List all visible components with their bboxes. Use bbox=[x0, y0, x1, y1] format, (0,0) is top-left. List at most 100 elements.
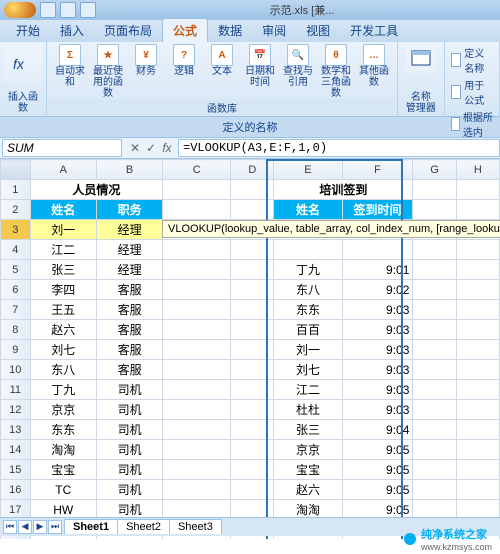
col-header-D[interactable]: D bbox=[231, 160, 274, 180]
cell-E14[interactable]: 京京 bbox=[274, 440, 342, 460]
cell-G8[interactable] bbox=[413, 320, 456, 340]
cell-G5[interactable] bbox=[413, 260, 456, 280]
row-header-11[interactable]: 11 bbox=[1, 380, 31, 400]
cell-C7[interactable] bbox=[163, 300, 231, 320]
cell-H16[interactable] bbox=[456, 480, 499, 500]
sheet-tab-Sheet3[interactable]: Sheet3 bbox=[169, 519, 222, 534]
ribbon-tab-0[interactable]: 开始 bbox=[6, 19, 50, 42]
cell-D6[interactable] bbox=[231, 280, 274, 300]
qat-redo-icon[interactable] bbox=[80, 2, 96, 18]
row-header-14[interactable]: 14 bbox=[1, 440, 31, 460]
sheet-nav-first-icon[interactable]: ⏮ bbox=[3, 520, 17, 534]
cell-H5[interactable] bbox=[456, 260, 499, 280]
cell-E7[interactable]: 东东 bbox=[274, 300, 342, 320]
col-header-A[interactable]: A bbox=[30, 160, 96, 180]
cell-A9[interactable]: 刘七 bbox=[30, 340, 96, 360]
cell-E6[interactable]: 东八 bbox=[274, 280, 342, 300]
cell-E12[interactable]: 杜杜 bbox=[274, 400, 342, 420]
cell-E9[interactable]: 刘一 bbox=[274, 340, 342, 360]
cell-H13[interactable] bbox=[456, 420, 499, 440]
row-header-8[interactable]: 8 bbox=[1, 320, 31, 340]
cell-A10[interactable]: 东八 bbox=[30, 360, 96, 380]
col-header-H[interactable]: H bbox=[456, 160, 499, 180]
cell-C13[interactable] bbox=[163, 420, 231, 440]
cell-H12[interactable] bbox=[456, 400, 499, 420]
worksheet-grid[interactable]: ABCDEFGH1人员情况培训签到2姓名职务姓名签到时间3刘一经理=VLOOKU… bbox=[0, 159, 500, 539]
row-header-7[interactable]: 7 bbox=[1, 300, 31, 320]
row-header-5[interactable]: 5 bbox=[1, 260, 31, 280]
ribbon-tab-1[interactable]: 插入 bbox=[50, 19, 94, 42]
cell-E15[interactable]: 宝宝 bbox=[274, 460, 342, 480]
cell-B10[interactable]: 客服 bbox=[96, 360, 162, 380]
cell-H7[interactable] bbox=[456, 300, 499, 320]
col-header-F[interactable]: F bbox=[342, 160, 413, 180]
cell-B9[interactable]: 客服 bbox=[96, 340, 162, 360]
cell-H11[interactable] bbox=[456, 380, 499, 400]
cell-D14[interactable] bbox=[231, 440, 274, 460]
select-all-corner[interactable] bbox=[1, 160, 31, 180]
cell-A12[interactable]: 京京 bbox=[30, 400, 96, 420]
lib-item-4[interactable]: A文本 bbox=[203, 44, 241, 99]
qat-save-icon[interactable] bbox=[40, 2, 56, 18]
cell-D1[interactable] bbox=[231, 180, 274, 200]
col-header-B[interactable]: B bbox=[96, 160, 162, 180]
cell-F16[interactable]: 9:05 bbox=[342, 480, 413, 500]
lib-item-1[interactable]: ★最近使用的函数 bbox=[89, 44, 127, 99]
cell-B5[interactable]: 经理 bbox=[96, 260, 162, 280]
sheet-nav-prev-icon[interactable]: ◀ bbox=[18, 520, 32, 534]
cell-C8[interactable] bbox=[163, 320, 231, 340]
formula-bar[interactable]: =VLOOKUP(A3,E:F,1,0) bbox=[178, 139, 500, 157]
row-header-4[interactable]: 4 bbox=[1, 240, 31, 260]
cell-A7[interactable]: 王五 bbox=[30, 300, 96, 320]
cell-F8[interactable]: 9:03 bbox=[342, 320, 413, 340]
qat-undo-icon[interactable] bbox=[60, 2, 76, 18]
cell-D10[interactable] bbox=[231, 360, 274, 380]
cell-G4[interactable] bbox=[413, 240, 456, 260]
col-header-E[interactable]: E bbox=[274, 160, 342, 180]
sheet-tab-Sheet1[interactable]: Sheet1 bbox=[64, 519, 118, 534]
cell-F14[interactable]: 9:05 bbox=[342, 440, 413, 460]
cell-F4[interactable] bbox=[342, 240, 413, 260]
cell-G1[interactable] bbox=[413, 180, 456, 200]
define-name-button[interactable]: 定义名称 bbox=[449, 44, 495, 76]
cell-F6[interactable]: 9:02 bbox=[342, 280, 413, 300]
cell-B11[interactable]: 司机 bbox=[96, 380, 162, 400]
cell-D2[interactable] bbox=[231, 200, 274, 220]
lib-item-7[interactable]: θ数学和三角函数 bbox=[317, 44, 355, 99]
use-in-formula-button[interactable]: 用于公式 bbox=[449, 76, 495, 108]
cell-B6[interactable]: 客服 bbox=[96, 280, 162, 300]
cell-C1[interactable] bbox=[163, 180, 231, 200]
cell-A3[interactable]: 刘一 bbox=[30, 220, 96, 240]
cell-G14[interactable] bbox=[413, 440, 456, 460]
cell-H8[interactable] bbox=[456, 320, 499, 340]
cell-C6[interactable] bbox=[163, 280, 231, 300]
cell-G9[interactable] bbox=[413, 340, 456, 360]
cell-H14[interactable] bbox=[456, 440, 499, 460]
cell-A5[interactable]: 张三 bbox=[30, 260, 96, 280]
cell-F13[interactable]: 9:04 bbox=[342, 420, 413, 440]
cell-G12[interactable] bbox=[413, 400, 456, 420]
enter-formula-icon[interactable]: ✓ bbox=[144, 141, 158, 155]
cell-G10[interactable] bbox=[413, 360, 456, 380]
cell-F12[interactable]: 9:03 bbox=[342, 400, 413, 420]
cell-C11[interactable] bbox=[163, 380, 231, 400]
cell-D9[interactable] bbox=[231, 340, 274, 360]
ribbon-tab-3[interactable]: 公式 bbox=[162, 18, 208, 42]
cell-B12[interactable]: 司机 bbox=[96, 400, 162, 420]
row-header-1[interactable]: 1 bbox=[1, 180, 31, 200]
cell-D5[interactable] bbox=[231, 260, 274, 280]
cell-B8[interactable]: 客服 bbox=[96, 320, 162, 340]
cell-G7[interactable] bbox=[413, 300, 456, 320]
cell-E2[interactable]: 姓名 bbox=[274, 200, 342, 220]
cell-C10[interactable] bbox=[163, 360, 231, 380]
row-header-9[interactable]: 9 bbox=[1, 340, 31, 360]
cell-F7[interactable]: 9:03 bbox=[342, 300, 413, 320]
cell-G13[interactable] bbox=[413, 420, 456, 440]
cell-F5[interactable]: 9:01 bbox=[342, 260, 413, 280]
row-header-15[interactable]: 15 bbox=[1, 460, 31, 480]
cell-E8[interactable]: 百百 bbox=[274, 320, 342, 340]
cell-E13[interactable]: 张三 bbox=[274, 420, 342, 440]
cell-H15[interactable] bbox=[456, 460, 499, 480]
cell-D11[interactable] bbox=[231, 380, 274, 400]
row-header-6[interactable]: 6 bbox=[1, 280, 31, 300]
